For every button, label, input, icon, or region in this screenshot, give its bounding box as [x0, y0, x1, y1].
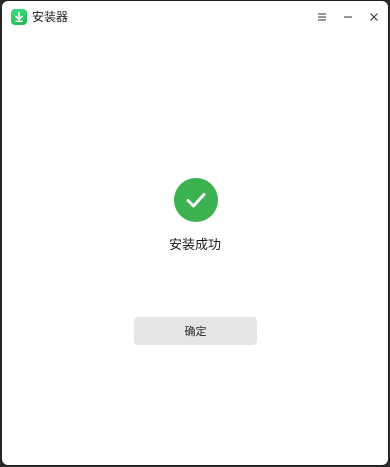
menu-icon — [318, 13, 326, 21]
install-status-text: 安装成功 — [168, 238, 221, 253]
installer-window: 安装器 安装成功 确定 — [2, 1, 388, 465]
close-button[interactable] — [363, 6, 385, 28]
minimize-icon — [344, 16, 352, 18]
close-icon — [370, 13, 378, 21]
minimize-button[interactable] — [337, 6, 359, 28]
confirm-button[interactable]: 确定 — [134, 317, 257, 345]
title-bar: 安装器 — [2, 1, 388, 33]
installer-app-icon — [11, 9, 27, 25]
check-circle-icon — [174, 178, 218, 222]
menu-button[interactable] — [311, 6, 333, 28]
window-title: 安装器 — [32, 10, 69, 24]
